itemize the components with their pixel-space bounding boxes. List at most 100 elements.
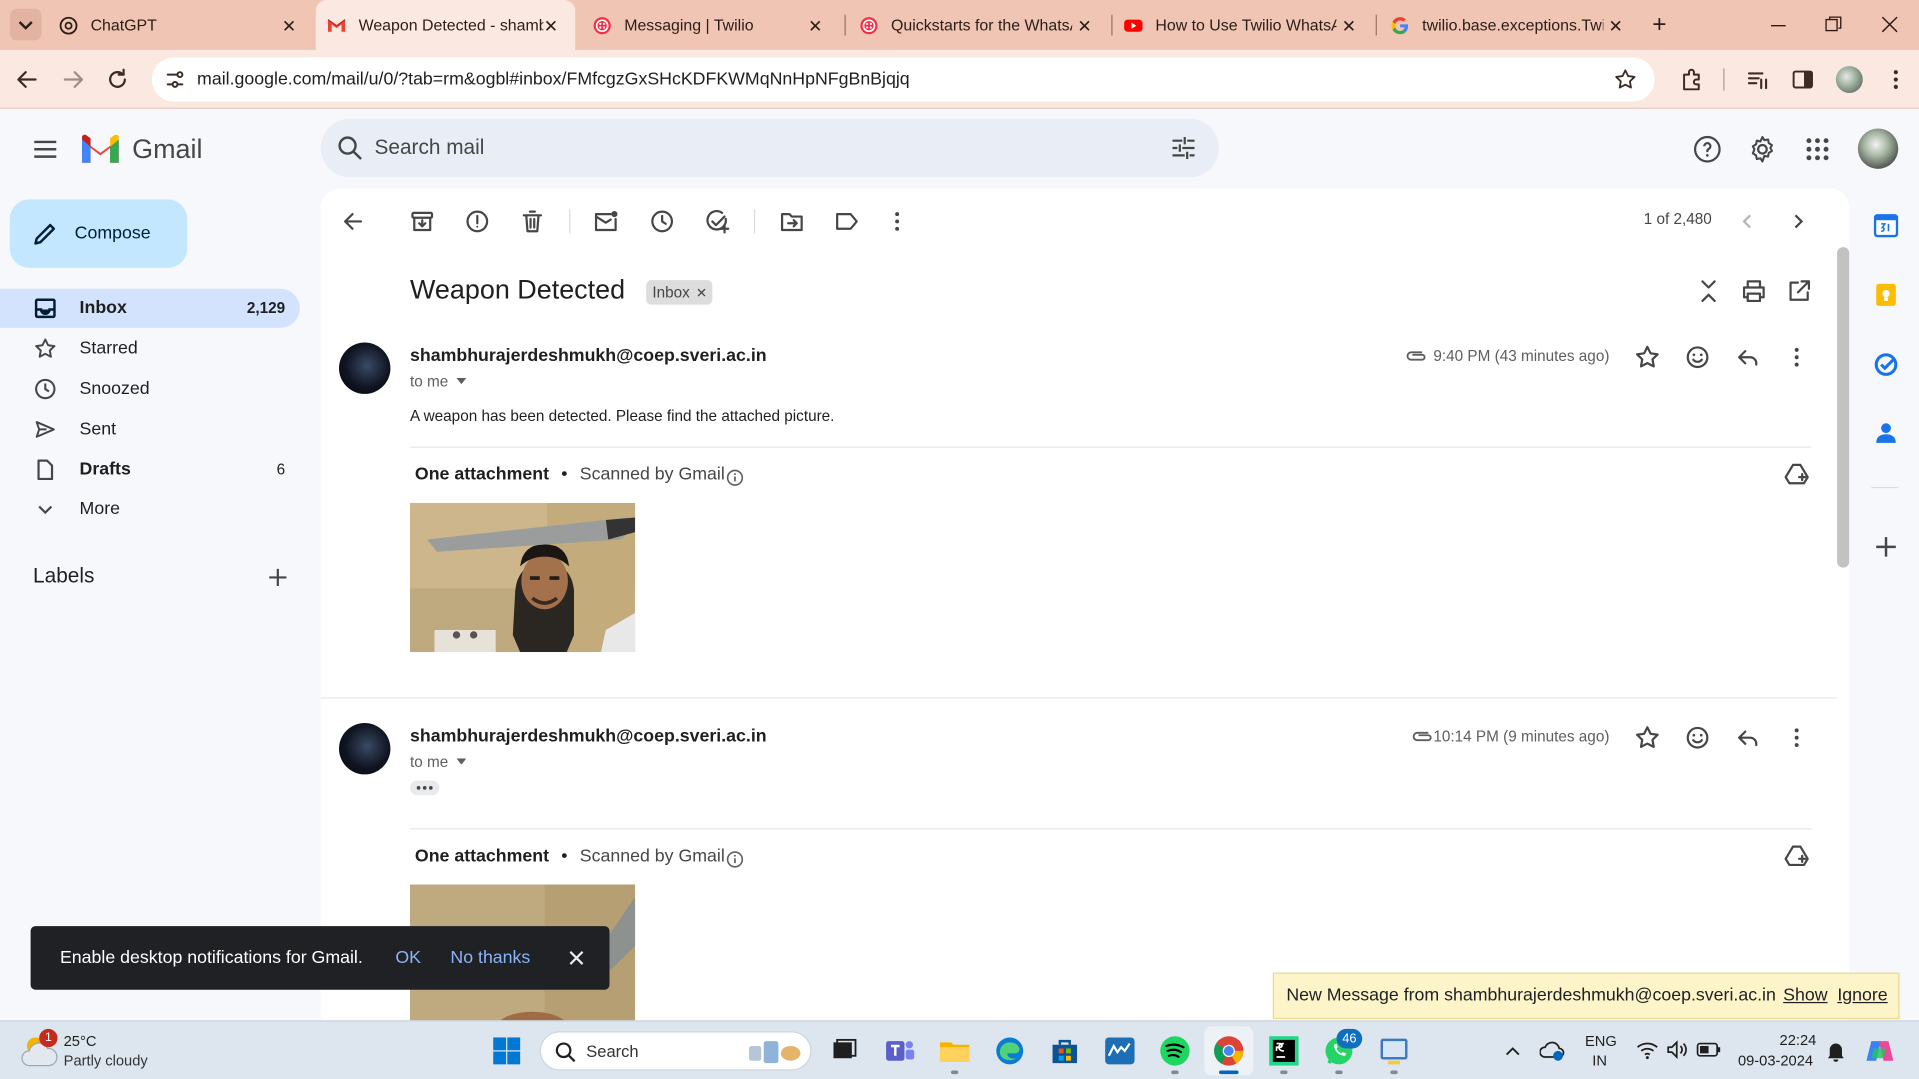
remove-label-icon[interactable]: ✕ (696, 284, 707, 301)
save-to-drive-icon[interactable] (1783, 461, 1810, 488)
recipient-details[interactable]: to me (410, 373, 448, 390)
task-view-icon[interactable] (827, 1034, 861, 1068)
delete-icon[interactable] (519, 208, 546, 235)
volume-icon[interactable] (1666, 1040, 1688, 1060)
new-tab-button[interactable]: + (1652, 12, 1666, 36)
forward-icon[interactable] (61, 67, 85, 91)
edge-icon[interactable] (993, 1034, 1027, 1068)
battery-icon[interactable] (1696, 1041, 1721, 1058)
message-more-icon[interactable] (1783, 724, 1810, 751)
newer-icon[interactable] (1734, 208, 1761, 235)
scrollbar[interactable] (1837, 247, 1850, 568)
weather-widget[interactable]: 1 25°C Partly cloudy (20, 1028, 179, 1073)
label-icon[interactable] (833, 208, 860, 235)
sender-avatar[interactable] (339, 342, 391, 394)
tab-google-search[interactable]: twilio.base.exceptions.Twili ✕ (1390, 0, 1640, 50)
toast-ok-button[interactable]: OK (395, 948, 421, 968)
get-addons-icon[interactable] (1875, 536, 1897, 558)
notification-bell-icon[interactable] (1825, 1040, 1847, 1062)
archive-icon[interactable] (409, 208, 436, 235)
older-icon[interactable] (1784, 208, 1811, 235)
tab-youtube[interactable]: How to Use Twilio WhatsA ✕ (1124, 0, 1374, 50)
nav-snoozed[interactable]: Snoozed (0, 369, 300, 408)
back-to-inbox-icon[interactable] (339, 208, 366, 235)
mysql-workbench-icon[interactable] (1103, 1034, 1137, 1068)
clock-date[interactable]: 09-03-2024 (1738, 1052, 1813, 1069)
recipient-details[interactable]: to me (410, 754, 448, 771)
extensions-icon[interactable] (1679, 67, 1703, 91)
show-trimmed-content-button[interactable] (410, 780, 440, 796)
popup-ignore-link[interactable]: Ignore (1837, 986, 1887, 1006)
close-tab-icon[interactable]: ✕ (1342, 16, 1356, 37)
reload-icon[interactable] (105, 67, 129, 91)
tab-chatgpt[interactable]: ChatGPT ✕ (59, 0, 314, 50)
teams-icon[interactable] (882, 1034, 916, 1068)
tab-search-button[interactable] (9, 8, 42, 41)
browser-menu-icon[interactable] (1884, 67, 1908, 91)
save-to-drive-icon[interactable] (1783, 843, 1810, 870)
chrome-icon[interactable] (1212, 1034, 1246, 1068)
address-bar[interactable]: mail.google.com/mail/u/0/?tab=rm&ogbl#in… (151, 57, 1655, 102)
file-explorer-icon[interactable] (938, 1034, 972, 1068)
clock-time[interactable]: 22:24 (1780, 1031, 1817, 1048)
add-label-icon[interactable] (267, 566, 289, 588)
calendar-icon[interactable] (1873, 213, 1899, 238)
profile-avatar-icon[interactable] (1835, 66, 1863, 93)
report-spam-icon[interactable] (464, 208, 491, 235)
close-window-icon[interactable] (1881, 16, 1898, 33)
nav-inbox[interactable]: Inbox 2,129 (0, 288, 300, 328)
taskbar-search-box[interactable]: Search (539, 1031, 812, 1071)
attachment-thumbnail[interactable] (410, 502, 636, 653)
language-line2[interactable]: IN (1592, 1052, 1607, 1069)
add-reaction-icon[interactable] (1684, 724, 1711, 751)
info-icon[interactable] (726, 469, 744, 487)
search-bar[interactable]: Search mail (320, 118, 1220, 178)
move-to-icon[interactable] (778, 208, 805, 235)
onedrive-sync-icon[interactable] (1539, 1039, 1567, 1063)
tab-twilio-messaging[interactable]: Messaging | Twilio ✕ (592, 0, 839, 50)
add-reaction-icon[interactable] (1684, 344, 1711, 371)
close-tab-icon[interactable]: ✕ (1609, 16, 1623, 37)
sender-avatar[interactable] (339, 723, 391, 775)
gmail-logo-icon[interactable] (80, 133, 122, 165)
search-options-icon[interactable] (1170, 135, 1197, 162)
account-avatar[interactable] (1857, 128, 1899, 169)
add-to-tasks-icon[interactable] (704, 208, 731, 235)
message-more-icon[interactable] (1783, 344, 1810, 371)
reading-list-icon[interactable] (1745, 67, 1769, 91)
reply-icon[interactable] (1734, 344, 1761, 371)
nav-sent[interactable]: Sent (0, 410, 300, 449)
close-tab-icon[interactable]: ✕ (808, 16, 822, 37)
toast-no-thanks-button[interactable]: No thanks (450, 948, 530, 968)
search-input[interactable]: Search mail (375, 136, 485, 160)
sender-email[interactable]: shambhurajerdeshmukh@coep.sveri.ac.in (410, 727, 767, 747)
show-hidden-icons-icon[interactable] (1503, 1041, 1523, 1061)
windows-start-icon[interactable] (492, 1036, 521, 1065)
tab-twilio-quickstarts[interactable]: Quickstarts for the WhatsA ✕ (859, 0, 1109, 50)
close-tab-icon[interactable]: ✕ (544, 16, 558, 37)
language-line1[interactable]: ENG (1585, 1033, 1617, 1050)
reply-icon[interactable] (1734, 724, 1761, 751)
pycharm-icon[interactable] (1267, 1034, 1301, 1068)
info-icon[interactable] (726, 850, 744, 868)
nav-more[interactable]: More (0, 489, 300, 528)
show-details-icon[interactable] (455, 377, 467, 387)
snooze-icon[interactable] (649, 208, 676, 235)
wifi-icon[interactable] (1636, 1040, 1658, 1060)
site-info-icon[interactable] (164, 69, 186, 91)
contacts-icon[interactable] (1875, 422, 1897, 444)
side-panel-icon[interactable] (1791, 67, 1815, 91)
minimize-icon[interactable] (1770, 17, 1787, 34)
print-icon[interactable] (1740, 278, 1767, 305)
settings-gear-icon[interactable] (1748, 135, 1777, 164)
more-options-icon[interactable] (884, 208, 911, 235)
tab-gmail[interactable]: Weapon Detected - shamb ✕ (315, 0, 576, 51)
google-apps-icon[interactable] (1804, 136, 1831, 163)
python-icon[interactable] (1377, 1034, 1411, 1068)
copilot-icon[interactable] (1864, 1036, 1896, 1065)
star-icon[interactable] (1634, 724, 1661, 751)
compose-button[interactable]: Compose (9, 199, 188, 268)
main-menu-icon[interactable] (31, 135, 60, 164)
sender-email[interactable]: shambhurajerdeshmukh@coep.sveri.ac.in (410, 346, 767, 366)
close-tab-icon[interactable]: ✕ (282, 16, 296, 37)
